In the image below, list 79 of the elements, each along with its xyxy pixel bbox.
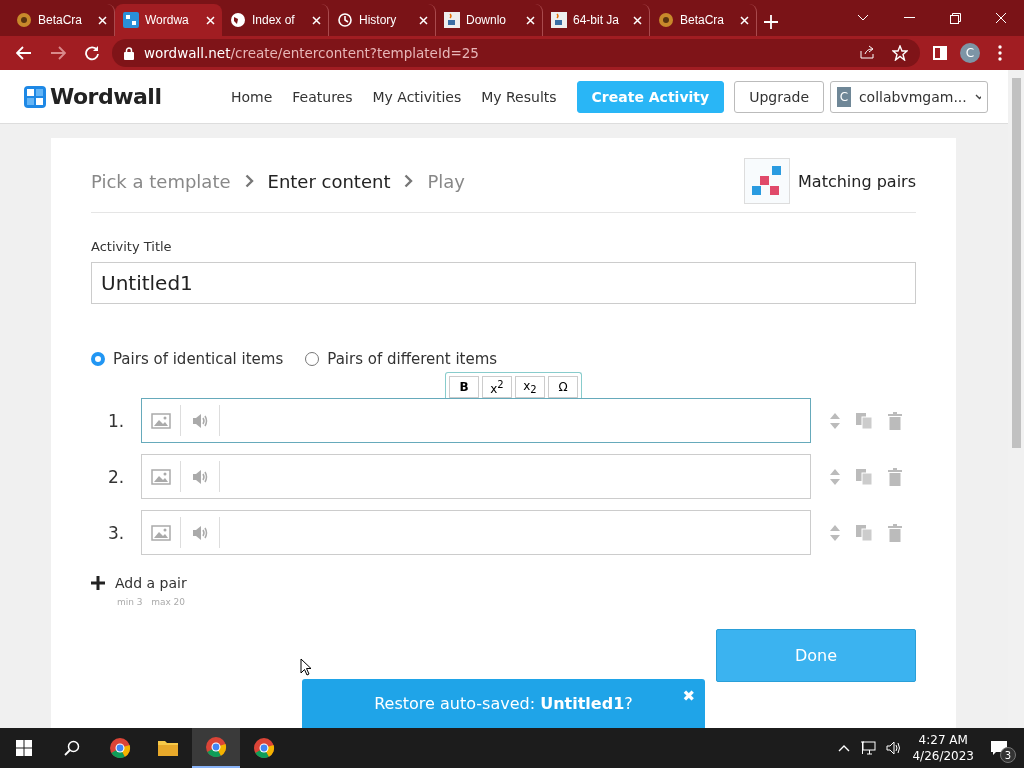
chevron-down-icon — [974, 93, 981, 100]
template-thumbnail — [744, 158, 791, 204]
mode-radio[interactable]: Pairs of different items — [305, 350, 498, 368]
cup-icon — [551, 12, 567, 28]
minimize-icon[interactable] — [903, 17, 915, 19]
breadcrumb-step[interactable]: Pick a template — [91, 170, 231, 192]
logo-text[interactable]: Wordwall — [50, 84, 162, 109]
close-icon[interactable] — [206, 15, 215, 25]
grid-icon — [123, 12, 139, 28]
scrollbar-thumb[interactable] — [1011, 78, 1021, 448]
cup-icon — [444, 12, 460, 28]
format-button[interactable]: x$_{2}$ — [515, 376, 545, 398]
chevron-down-icon[interactable] — [857, 14, 869, 22]
pair-number: 3. — [106, 522, 126, 543]
menu-icon[interactable] — [998, 45, 1002, 61]
notification-count: 3 — [1000, 747, 1016, 763]
field-label: Activity Title — [91, 239, 173, 254]
format-button[interactable]: B — [449, 376, 479, 398]
account-dropdown[interactable]: C collabvmgam... — [830, 80, 988, 113]
forward-arrow-icon[interactable] — [50, 46, 66, 60]
nav-link[interactable]: My Results — [481, 88, 557, 105]
close-icon[interactable] — [995, 12, 1007, 24]
back-arrow-icon[interactable] — [16, 46, 32, 60]
nav-link[interactable]: Features — [292, 88, 353, 105]
format-button[interactable]: Ω — [548, 376, 578, 398]
chevron-right-icon — [404, 174, 414, 188]
upgrade-button[interactable]: Upgrade — [734, 80, 824, 113]
chrome-icon — [109, 737, 131, 759]
share-icon[interactable] — [860, 45, 876, 59]
chrome-icon — [253, 737, 275, 759]
nav-link[interactable]: My Activities — [372, 88, 462, 105]
url-path: /create/entercontent?templateId=25 — [230, 45, 479, 61]
browser-tab[interactable]: Wordwa — [115, 4, 222, 36]
star-icon[interactable] — [892, 45, 908, 61]
lock-icon — [124, 46, 134, 60]
template-name: Matching pairs — [798, 171, 916, 191]
pair-number: 2. — [106, 466, 126, 487]
chrome-icon — [205, 736, 227, 758]
taskbar-button[interactable] — [192, 728, 240, 768]
mode-radio[interactable]: Pairs of identical items — [91, 350, 284, 368]
search-icon[interactable] — [64, 740, 80, 756]
title-input[interactable]: Untitled1 — [91, 262, 916, 304]
clock-date[interactable]: 4/26/2023 — [912, 749, 974, 763]
globe-icon — [230, 12, 246, 28]
toast-message: Restore auto-saved: Untitled1? — [374, 694, 633, 713]
chevron-up-icon[interactable] — [838, 744, 851, 752]
volume-icon[interactable] — [886, 741, 903, 755]
account-name: collabvmgam... — [858, 88, 967, 105]
game-icon — [658, 12, 674, 28]
mouse-cursor-icon — [300, 658, 312, 676]
windows-icon[interactable] — [16, 740, 32, 756]
close-icon[interactable] — [98, 15, 107, 25]
address-bar[interactable]: wordwall.net/create/entercontent?templateId=25 — [112, 39, 920, 67]
reload-icon[interactable] — [84, 45, 100, 61]
url-domain: wordwall.net — [144, 45, 231, 61]
radio-icon[interactable] — [91, 352, 105, 366]
breadcrumb-step[interactable]: Enter content — [267, 170, 391, 192]
account-avatar: C — [837, 86, 851, 107]
breadcrumb-step[interactable]: Play — [427, 170, 465, 192]
logo-icon — [24, 85, 46, 108]
add-pair-link[interactable]: Add a pair — [115, 575, 187, 591]
format-button[interactable]: x$^{2}$ — [482, 376, 512, 398]
clock-time[interactable]: 4:27 AM — [918, 733, 968, 747]
limits-text: min 3 max 20 — [117, 597, 187, 607]
close-icon[interactable] — [633, 15, 642, 25]
close-icon[interactable] — [740, 15, 749, 25]
close-icon[interactable] — [312, 15, 321, 25]
side-panel-icon[interactable] — [933, 46, 947, 60]
nav-link[interactable]: Home — [230, 88, 273, 105]
folder-icon — [157, 739, 179, 757]
network-icon[interactable] — [860, 741, 877, 755]
close-icon[interactable] — [419, 15, 428, 25]
pair-number: 1. — [106, 410, 126, 431]
history-icon — [337, 12, 353, 28]
game-icon — [16, 12, 32, 28]
restore-icon[interactable] — [949, 12, 961, 24]
plus-icon[interactable] — [91, 576, 105, 590]
close-icon[interactable] — [526, 15, 535, 25]
chevron-right-icon — [244, 174, 254, 188]
